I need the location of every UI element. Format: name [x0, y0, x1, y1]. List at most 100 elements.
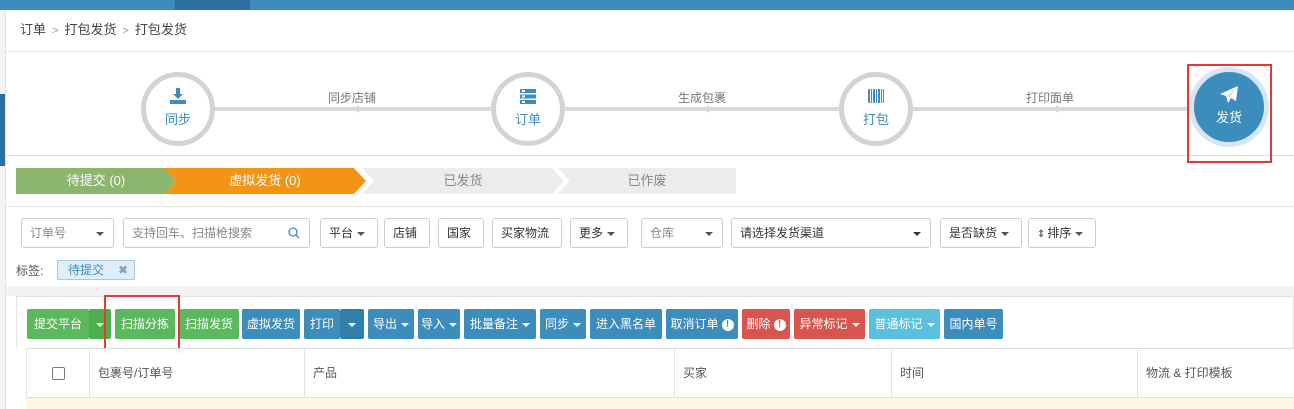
caret-up-icon: [1207, 88, 1223, 98]
tab-voided[interactable]: 已作废: [558, 168, 736, 194]
sync-dropdown[interactable]: 同步: [540, 309, 586, 339]
table-row: [26, 398, 1294, 409]
shop-button[interactable]: 店铺: [384, 218, 430, 248]
button-label: 同步: [544, 317, 569, 331]
breadcrumb-separator-icon: >: [122, 25, 129, 37]
chevron-down-icon: [913, 232, 921, 236]
select-value: 请选择发货渠道: [740, 226, 825, 240]
button-label: 普通标记: [874, 317, 923, 331]
connector-arrow-icon: [357, 105, 363, 113]
button-label: 国家: [447, 226, 472, 240]
step-sync[interactable]: 同步: [141, 72, 215, 146]
step-pack[interactable]: 打包: [839, 72, 913, 146]
filter-bar: 订单号 支持回车、扫描枪搜索 平台 店铺 国家 买家物流 更多 仓库 请选择发货…: [6, 206, 1294, 286]
dropdown-label: 平台: [329, 226, 354, 240]
domestic-number-button[interactable]: 国内单号: [944, 309, 1003, 339]
print-button[interactable]: 打印: [304, 309, 340, 339]
download-icon: [146, 87, 210, 107]
column-header[interactable]: 产品: [304, 349, 674, 399]
search-icon: [288, 227, 300, 239]
step-label: 同步: [164, 112, 191, 127]
button-label: 店铺: [393, 226, 418, 240]
step-connector: [556, 107, 846, 111]
select-value: 订单号: [30, 226, 67, 240]
tab-label: 已作废: [627, 173, 667, 188]
virtual-ship-button[interactable]: 虚拟发货: [242, 309, 300, 339]
chevron-down-icon: [607, 231, 616, 236]
select-all-checkbox[interactable]: [52, 367, 65, 380]
connector-arrow-icon: [707, 105, 713, 113]
chevron-down-icon: [522, 322, 530, 327]
button-label: 批量备注: [469, 317, 518, 331]
cancel-order-button[interactable]: 取消订单!: [666, 309, 738, 339]
chevron-down-icon: [851, 322, 860, 327]
close-icon[interactable]: ✖: [118, 263, 128, 277]
tab-label: 虚拟发货 (0): [229, 173, 301, 188]
chevron-down-icon: [357, 231, 366, 236]
normal-mark-dropdown[interactable]: 普通标记: [869, 309, 940, 339]
buyer-logistics-button[interactable]: 买家物流: [492, 218, 562, 248]
button-label: 异常标记: [799, 317, 848, 331]
out-of-stock-dropdown[interactable]: 是否缺货: [940, 218, 1022, 248]
section-divider: [6, 286, 1294, 296]
column-header[interactable]: 包裹号/订单号: [89, 349, 304, 399]
batch-note-dropdown[interactable]: 批量备注: [464, 309, 536, 339]
button-label: 删除: [746, 317, 771, 331]
more-dropdown[interactable]: 更多: [570, 218, 628, 248]
chevron-down-icon: [705, 232, 713, 236]
export-dropdown[interactable]: 导出: [368, 309, 414, 339]
button-label: 进入黑名单: [595, 317, 656, 331]
table-header: 包裹号/订单号 产品 买家 时间 物流 & 打印模板: [26, 348, 1294, 399]
step-connector: [206, 107, 496, 111]
info-icon: !: [721, 318, 734, 331]
tab-pending[interactable]: 待提交 (0): [16, 168, 176, 194]
sort-icon: ⇕: [1037, 229, 1046, 240]
tag-chip[interactable]: 待提交 ✖: [57, 260, 136, 280]
column-header[interactable]: 时间: [891, 349, 1137, 399]
chevron-down-icon: [573, 322, 581, 327]
sort-dropdown[interactable]: ⇕ 排序: [1028, 218, 1096, 248]
connector-label: 打印面单: [1025, 91, 1074, 105]
dropdown-label: 更多: [579, 226, 604, 240]
chevron-down-icon: [926, 322, 935, 327]
platform-dropdown[interactable]: 平台: [320, 218, 378, 248]
connector-label: 同步店铺: [327, 91, 376, 105]
shipping-channel-select[interactable]: 请选择发货渠道: [731, 218, 931, 248]
tag-label: 标签:: [16, 264, 44, 278]
import-dropdown[interactable]: 导入: [418, 309, 460, 339]
select-value: 仓库: [650, 226, 675, 240]
tab-shipped[interactable]: 已发货: [362, 168, 564, 194]
warehouse-select[interactable]: 仓库: [641, 218, 723, 248]
delete-button[interactable]: 删除!: [742, 309, 790, 339]
top-nav-active-tab[interactable]: [175, 0, 250, 10]
tab-virtual-shipped[interactable]: 虚拟发货 (0): [164, 168, 366, 194]
list-icon: [496, 87, 560, 107]
button-label: 虚拟发货: [246, 317, 295, 331]
order-number-select[interactable]: 订单号: [21, 218, 114, 248]
blacklist-button[interactable]: 进入黑名单: [590, 309, 662, 339]
tag-text: 待提交: [68, 263, 105, 277]
breadcrumb-item: 打包发货: [134, 22, 187, 37]
barcode-icon: [844, 87, 908, 107]
step-order[interactable]: 订单: [491, 72, 565, 146]
chevron-down-icon: [449, 322, 457, 327]
warning-icon: !: [773, 318, 786, 331]
dropdown-label: 是否缺货: [949, 226, 998, 240]
breadcrumb-item[interactable]: 打包发货: [64, 22, 116, 37]
column-header[interactable]: 物流 & 打印模板: [1137, 349, 1294, 399]
country-button[interactable]: 国家: [438, 218, 484, 248]
top-nav-bar: [0, 0, 1294, 10]
chevron-down-icon: [348, 322, 356, 327]
abnormal-mark-dropdown[interactable]: 异常标记: [794, 309, 865, 339]
submit-platform-button[interactable]: 提交平台: [27, 309, 89, 339]
button-label: 导入: [420, 317, 445, 331]
chevron-down-icon: [1075, 231, 1084, 236]
select-all-cell: [26, 349, 89, 399]
scan-ship-button[interactable]: 扫描发货: [179, 309, 239, 339]
print-dropdown[interactable]: [340, 309, 364, 339]
column-header[interactable]: 买家: [674, 349, 891, 399]
button-label: 取消订单: [670, 317, 719, 331]
breadcrumb-item[interactable]: 订单: [20, 22, 46, 37]
search-input[interactable]: 支持回车、扫描枪搜索: [123, 218, 310, 248]
tab-label: 已发货: [443, 173, 483, 188]
